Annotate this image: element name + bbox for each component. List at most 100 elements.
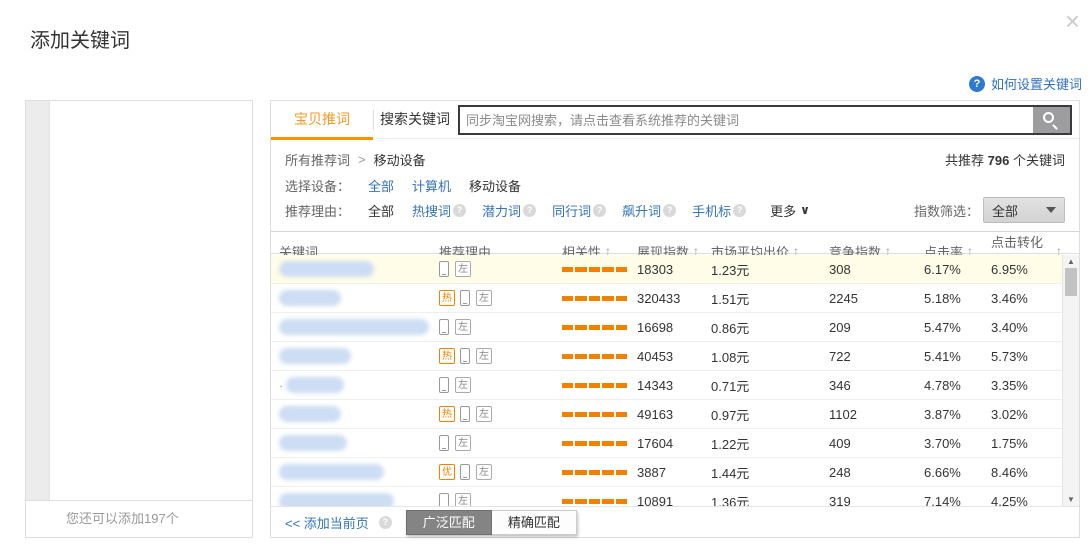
reason-cell: 热左	[431, 406, 554, 422]
close-icon[interactable]: ×	[1065, 8, 1080, 34]
more-filters-link[interactable]: 更多 ∨	[770, 201, 810, 220]
table-row[interactable]: 热左3204331.51元22455.18%3.46%	[271, 284, 1062, 313]
scroll-down-icon[interactable]: ▼	[1063, 495, 1079, 504]
table-row[interactable]: 左108911.36元3197.14%4.25%	[271, 487, 1062, 506]
keyword-cell	[271, 464, 431, 480]
impression-cell: 18303	[629, 262, 703, 277]
price-cell: 1.44元	[703, 463, 821, 482]
exact-match-button[interactable]: 精确匹配	[492, 510, 577, 535]
reason-cell: 热左	[431, 348, 554, 364]
reason-filter-row: 推荐理由： 全部热搜词?潜力词?同行词?飙升词?手机标? 更多 ∨ 指数筛选： …	[285, 200, 1065, 220]
relevance-bar	[562, 267, 573, 272]
relevance-bar	[589, 470, 600, 475]
ctr-cell: 6.66%	[916, 465, 983, 480]
relevance-bar	[616, 470, 627, 475]
table-scrollbar[interactable]: ▲ ▼	[1062, 255, 1079, 506]
left-badge: 左	[455, 435, 471, 451]
relevance-cell	[554, 412, 629, 417]
search-input[interactable]	[460, 107, 1033, 133]
help-link[interactable]: ? 如何设置关键词	[969, 74, 1082, 93]
reason-help-icon[interactable]: ?	[453, 204, 466, 217]
table-row[interactable]: 左166980.86元2095.47%3.40%	[271, 313, 1062, 342]
relevance-bar	[602, 354, 613, 359]
tab-search-keywords[interactable]: 搜索关键词	[374, 101, 456, 139]
device-option-移动设备[interactable]: 移动设备	[469, 179, 521, 194]
left-badge: 左	[455, 377, 471, 393]
blurred-keyword	[279, 319, 429, 335]
relevance-bar	[602, 296, 613, 301]
keywords-table: 关键词推荐理由相关性↑展现指数↑市场平均出价↑竞争指数↑点击率↑点击转化率↑ 左…	[271, 231, 1079, 506]
table-row[interactable]: 优左38871.44元2486.66%8.46%	[271, 458, 1062, 487]
device-option-计算机[interactable]: 计算机	[412, 179, 451, 194]
ctr-cell: 5.47%	[916, 320, 983, 335]
blurred-keyword	[279, 261, 374, 277]
match-type-group: 广泛匹配 精确匹配	[406, 510, 577, 535]
keyword-dot: ·	[279, 378, 283, 393]
table-row[interactable]: 热左404531.08元7225.41%5.73%	[271, 342, 1062, 371]
table-row[interactable]: 左183031.23元3086.17%6.95%	[271, 255, 1062, 284]
help-question-icon: ?	[969, 76, 985, 92]
search-box	[458, 105, 1072, 135]
table-row[interactable]: ·左143430.71元3464.78%3.35%	[271, 371, 1062, 400]
reason-cell: 左	[431, 377, 554, 393]
device-filter-label: 选择设备：	[285, 176, 350, 195]
reason-option-手机标[interactable]: 手机标?	[692, 201, 746, 220]
relevance-bar	[589, 441, 600, 446]
relevance-bar	[616, 296, 627, 301]
device-option-全部[interactable]: 全部	[368, 179, 394, 194]
index-filter-select[interactable]: 全部	[983, 197, 1065, 223]
relevance-bar	[575, 267, 586, 272]
relevance-bar	[589, 383, 600, 388]
price-cell: 1.22元	[703, 434, 821, 453]
broad-match-button[interactable]: 广泛匹配	[406, 510, 492, 535]
reason-help-icon[interactable]: ?	[523, 204, 536, 217]
reason-option-热搜词[interactable]: 热搜词?	[412, 201, 466, 220]
left-badge: 左	[455, 319, 471, 335]
scrollbar-thumb[interactable]	[1065, 268, 1077, 296]
relevance-cell	[554, 325, 629, 330]
relevance-bar	[562, 354, 573, 359]
left-panel-scrollbar[interactable]	[26, 101, 50, 500]
cvr-cell: 3.40%	[983, 320, 1062, 335]
mobile-phone-icon	[439, 319, 449, 335]
device-filter-options: 全部 计算机 移动设备	[368, 176, 539, 195]
reason-option-全部[interactable]: 全部	[368, 201, 396, 220]
left-badge: 左	[455, 493, 471, 506]
breadcrumb-current: 移动设备	[374, 150, 426, 169]
scroll-up-icon[interactable]: ▲	[1063, 257, 1079, 266]
blurred-keyword	[286, 377, 344, 393]
mobile-phone-icon	[439, 261, 449, 277]
competition-cell: 209	[821, 320, 916, 335]
impression-cell: 320433	[629, 291, 703, 306]
mobile-phone-icon	[460, 290, 470, 306]
reason-option-飙升词[interactable]: 飙升词?	[622, 201, 676, 220]
search-button[interactable]	[1033, 107, 1070, 133]
reason-help-icon[interactable]: ?	[593, 204, 606, 217]
relevance-bar	[562, 383, 573, 388]
relevance-bar	[616, 325, 627, 330]
reason-option-同行词[interactable]: 同行词?	[552, 201, 606, 220]
cvr-cell: 3.35%	[983, 378, 1062, 393]
relevance-bar	[575, 441, 586, 446]
tab-item-recommend[interactable]: 宝贝推词	[271, 101, 373, 139]
breadcrumb-root[interactable]: 所有推荐词	[285, 150, 350, 169]
hot-badge: 热	[439, 406, 455, 422]
mobile-phone-icon	[460, 406, 470, 422]
reason-help-icon[interactable]: ?	[733, 204, 746, 217]
relevance-bar	[616, 412, 627, 417]
reason-help-icon[interactable]: ?	[663, 204, 676, 217]
reason-cell: 左	[431, 261, 554, 277]
relevance-bar	[589, 325, 600, 330]
mobile-phone-icon	[460, 348, 470, 364]
relevance-bar	[562, 441, 573, 446]
reason-option-潜力词[interactable]: 潜力词?	[482, 201, 536, 220]
reason-option-label: 手机标	[692, 201, 731, 220]
table-row[interactable]: 热左491630.97元11023.87%3.02%	[271, 400, 1062, 429]
table-row[interactable]: 左176041.22元4093.70%1.75%	[271, 429, 1062, 458]
ctr-cell: 3.70%	[916, 436, 983, 451]
relevance-bar	[602, 267, 613, 272]
cvr-cell: 5.73%	[983, 349, 1062, 364]
mobile-phone-icon	[439, 377, 449, 393]
footer-help-icon[interactable]: ?	[379, 516, 392, 529]
add-current-page-link[interactable]: << 添加当前页	[285, 513, 369, 532]
